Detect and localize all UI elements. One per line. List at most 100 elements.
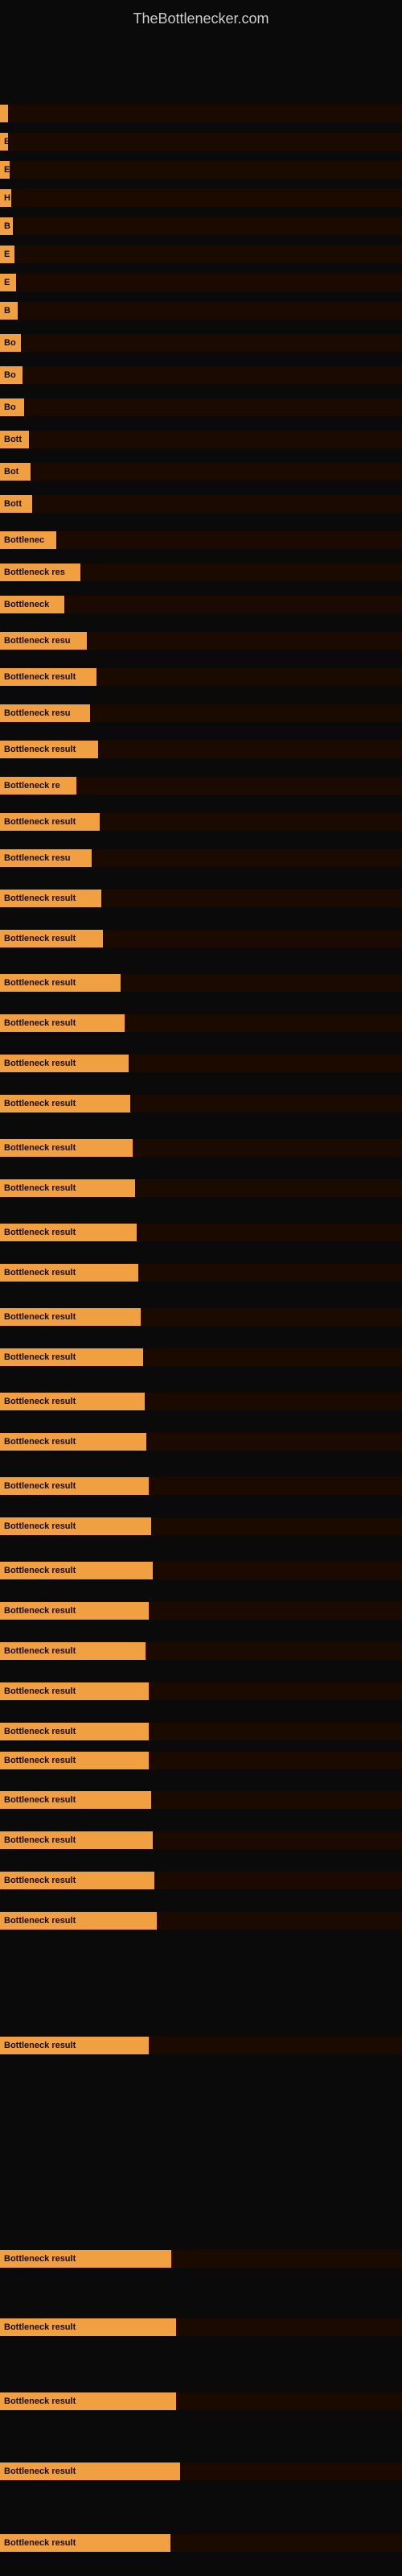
bar-background bbox=[76, 777, 402, 795]
bar-label: Bottleneck res bbox=[0, 564, 80, 581]
bar-background bbox=[8, 133, 402, 151]
bar-label: Bottleneck result bbox=[0, 1682, 149, 1700]
bar-item: Bottleneck result bbox=[0, 1433, 402, 1451]
bar-background bbox=[101, 890, 402, 907]
bar-label: Bottlenec bbox=[0, 531, 56, 549]
bar-background bbox=[129, 1055, 402, 1072]
bar-item: Bot bbox=[0, 463, 402, 481]
bar-label: Bottleneck result bbox=[0, 974, 121, 992]
bar-background bbox=[16, 274, 402, 291]
bar-item: Bottleneck result bbox=[0, 2392, 402, 2410]
bar-label bbox=[0, 105, 8, 122]
bar-background bbox=[138, 1264, 402, 1282]
bar-background bbox=[31, 463, 402, 481]
bar-label: Bottleneck result bbox=[0, 2250, 171, 2268]
bar-label: Bottleneck result bbox=[0, 1264, 138, 1282]
bar-background bbox=[153, 1562, 402, 1579]
bar-background bbox=[153, 1831, 402, 1849]
bar-label: Bottleneck result bbox=[0, 1139, 133, 1157]
bar-item: Bott bbox=[0, 495, 402, 513]
bar-item: Bottlenec bbox=[0, 531, 402, 549]
bar-label: Bottleneck result bbox=[0, 1912, 157, 1930]
bar-label: Bottleneck result bbox=[0, 1477, 149, 1495]
bar-background bbox=[149, 1682, 402, 1700]
bar-label: Bottleneck result bbox=[0, 2037, 149, 2054]
bar-background bbox=[145, 1393, 402, 1410]
bar-item: Bottleneck result bbox=[0, 1682, 402, 1700]
bar-background bbox=[176, 2318, 402, 2336]
bar-item: Bottleneck result bbox=[0, 1308, 402, 1326]
bar-background bbox=[92, 849, 402, 867]
bar-item: Bottleneck result bbox=[0, 2462, 402, 2480]
bar-label: E bbox=[0, 133, 8, 151]
bar-item: Bottleneck result bbox=[0, 890, 402, 907]
bar-item: Bottleneck result bbox=[0, 668, 402, 686]
bar-label: Bottleneck result bbox=[0, 1791, 151, 1809]
site-title: TheBottlenecker.com bbox=[0, 4, 402, 34]
bar-item: E bbox=[0, 246, 402, 263]
bar-item: Bottleneck result bbox=[0, 1014, 402, 1032]
bar-background bbox=[13, 217, 402, 235]
bar-label: B bbox=[0, 302, 18, 320]
bar-item: Bottleneck result bbox=[0, 1477, 402, 1495]
bar-label: Bottleneck result bbox=[0, 813, 100, 831]
bar-label: Bottleneck result bbox=[0, 668, 96, 686]
bar-item: Bottleneck result bbox=[0, 1095, 402, 1113]
bar-background bbox=[100, 813, 402, 831]
bar-background bbox=[10, 161, 402, 179]
bar-label: Bottleneck result bbox=[0, 741, 98, 758]
bar-background bbox=[125, 1014, 402, 1032]
bar-background bbox=[149, 2037, 402, 2054]
bar-item: Bottleneck result bbox=[0, 2318, 402, 2336]
bar-label: Bottleneck result bbox=[0, 1517, 151, 1535]
bar-label: E bbox=[0, 274, 16, 291]
bar-background bbox=[149, 1723, 402, 1740]
bar-item: Bottleneck result bbox=[0, 741, 402, 758]
bar-background bbox=[56, 531, 402, 549]
bar-label: Bottleneck result bbox=[0, 1562, 153, 1579]
bar-item: Bottleneck result bbox=[0, 1912, 402, 1930]
bar-background bbox=[18, 302, 402, 320]
bar-background bbox=[141, 1308, 402, 1326]
bar-item: E bbox=[0, 133, 402, 151]
bar-item: Bottleneck bbox=[0, 596, 402, 613]
bar-label: Bottleneck result bbox=[0, 1224, 137, 1241]
bar-label: Bottleneck result bbox=[0, 1831, 153, 1849]
bar-item: Bottleneck result bbox=[0, 1179, 402, 1197]
bar-label: Bottleneck result bbox=[0, 1308, 141, 1326]
bar-item: Bottleneck result bbox=[0, 1791, 402, 1809]
bar-label: Bottleneck result bbox=[0, 1348, 143, 1366]
bar-label: Bottleneck result bbox=[0, 1433, 146, 1451]
bar-background bbox=[14, 246, 402, 263]
bar-background bbox=[151, 1517, 402, 1535]
bar-background bbox=[133, 1139, 402, 1157]
bar-background bbox=[23, 366, 402, 384]
bar-item: Bottleneck resu bbox=[0, 849, 402, 867]
bar-label: Bottleneck result bbox=[0, 1723, 149, 1740]
bar-label: Bo bbox=[0, 334, 21, 352]
bar-label: Bottleneck bbox=[0, 596, 64, 613]
bar-label: Bottleneck result bbox=[0, 2534, 170, 2552]
chart-area: TheBottlenecker.com EEHBEEBBoBoBoBottBot… bbox=[0, 0, 402, 2576]
bar-item: Bottleneck result bbox=[0, 1055, 402, 1072]
bar-label: H bbox=[0, 189, 11, 207]
bar-item: Bottleneck result bbox=[0, 1831, 402, 1849]
bar-label: Bottleneck result bbox=[0, 1602, 149, 1620]
bar-background bbox=[143, 1348, 402, 1366]
bar-item: Bottleneck result bbox=[0, 2534, 402, 2552]
bar-label: Bottleneck result bbox=[0, 2392, 176, 2410]
bar-label: Bottleneck result bbox=[0, 1393, 145, 1410]
bar-background bbox=[87, 632, 402, 650]
bar-background bbox=[149, 1602, 402, 1620]
bar-item: Bottleneck result bbox=[0, 974, 402, 992]
bar-item: Bottleneck result bbox=[0, 1393, 402, 1410]
bar-item: Bo bbox=[0, 334, 402, 352]
bar-label: E bbox=[0, 246, 14, 263]
bar-background bbox=[64, 596, 402, 613]
bar-item: Bottleneck result bbox=[0, 1139, 402, 1157]
bar-item: B bbox=[0, 302, 402, 320]
bar-background bbox=[180, 2462, 402, 2480]
bar-label: Bottleneck result bbox=[0, 1179, 135, 1197]
bar-item bbox=[0, 105, 402, 122]
bar-background bbox=[29, 431, 402, 448]
